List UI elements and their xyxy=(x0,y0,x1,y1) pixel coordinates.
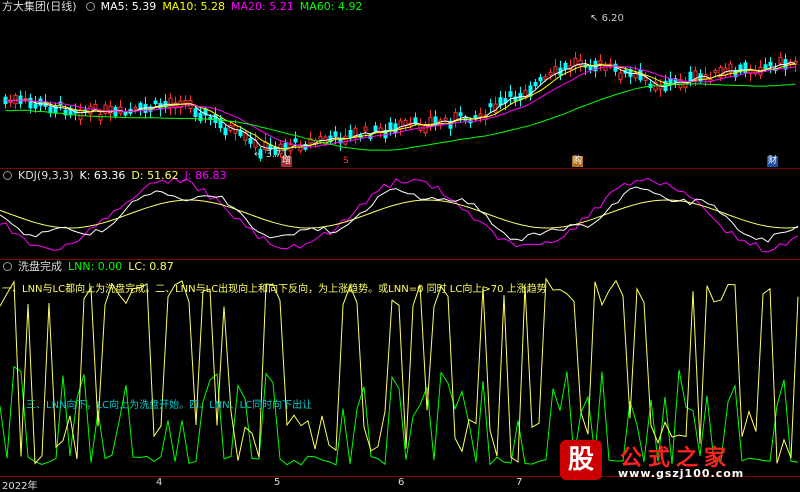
candlestick xyxy=(768,61,773,67)
candlestick xyxy=(398,120,403,130)
candlestick xyxy=(293,138,298,143)
candlestick xyxy=(193,108,198,117)
price-chart[interactable] xyxy=(0,0,800,168)
candlestick xyxy=(348,129,353,138)
candlestick xyxy=(108,105,113,115)
candlestick xyxy=(123,112,128,116)
event-badge[interactable]: 增 xyxy=(281,156,293,167)
candlestick xyxy=(223,127,228,136)
site-watermark: 股 公式之家 www.gszj100.com xyxy=(560,440,782,482)
candlestick xyxy=(373,125,378,132)
candlestick xyxy=(98,113,103,121)
candlestick xyxy=(563,62,568,70)
gear-icon[interactable] xyxy=(3,171,12,180)
price-panel[interactable]: 方大集团(日线) MA5: 5.39 MA10: 5.28 MA20: 5.21 MA6… xyxy=(0,0,800,168)
candlestick xyxy=(618,72,623,80)
watermark-logo: 股 xyxy=(560,440,602,480)
gear-icon[interactable] xyxy=(85,2,95,11)
candlestick xyxy=(333,131,338,137)
x-axis-label: 2022年 xyxy=(2,481,38,492)
candlestick xyxy=(183,100,188,104)
d-value: D: 51.62 xyxy=(131,169,179,182)
candlestick xyxy=(248,138,253,144)
candlestick xyxy=(743,62,748,74)
candlestick xyxy=(458,112,463,117)
kdj-header: KDJ(9,3,3) K: 63.36 D: 51.62 J: 86.83 xyxy=(0,169,233,183)
candlestick xyxy=(478,113,483,117)
ma10-value: MA10: 5.28 xyxy=(162,0,226,13)
candlestick xyxy=(488,103,493,108)
candlestick xyxy=(643,77,648,82)
price-header: 方大集团(日线) MA5: 5.39 MA10: 5.28 MA20: 5.21 MA6… xyxy=(0,0,368,14)
ma60-line xyxy=(5,83,796,151)
candlestick xyxy=(453,112,458,121)
candlestick xyxy=(13,94,18,105)
j-value: J: 86.83 xyxy=(184,169,227,182)
ma10-line xyxy=(5,63,796,150)
ma60-value: MA60: 4.92 xyxy=(299,0,363,13)
event-badge[interactable]: 财 xyxy=(767,156,779,167)
candlestick xyxy=(78,109,83,120)
k-value: K: 63.36 xyxy=(79,169,126,182)
candlestick xyxy=(713,70,718,74)
gear-icon[interactable] xyxy=(3,262,12,271)
candlestick xyxy=(393,123,398,134)
candlestick xyxy=(533,81,538,87)
k-line xyxy=(0,186,799,243)
kdj-name: KDJ(9,3,3) xyxy=(18,169,74,182)
candlestick xyxy=(88,105,93,115)
candlestick xyxy=(143,104,148,113)
ma5-line xyxy=(5,61,796,150)
kdj-panel[interactable]: KDJ(9,3,3) K: 63.36 D: 51.62 J: 86.83 xyxy=(0,169,800,259)
event-badge[interactable]: 购 xyxy=(572,156,584,167)
lnn-value: LNN: 0.00 xyxy=(68,260,123,273)
candlestick xyxy=(113,106,118,117)
candlestick xyxy=(153,100,158,105)
watermark-url: www.gszj100.com xyxy=(618,467,745,480)
candlestick xyxy=(33,103,38,109)
stock-title: 方大集团(日线) xyxy=(2,0,77,13)
candlestick xyxy=(133,106,138,110)
candlestick xyxy=(553,66,558,74)
ma20-value: MA20: 5.21 xyxy=(231,0,294,13)
j-line xyxy=(0,176,799,253)
candlestick xyxy=(598,60,603,65)
ma5-value: MA5: 5.39 xyxy=(100,0,157,13)
lc-line xyxy=(0,277,799,465)
candlestick xyxy=(28,97,33,109)
candlestick xyxy=(103,104,108,114)
candlestick xyxy=(548,71,553,76)
x-axis-label: 4 xyxy=(156,477,163,488)
candlestick xyxy=(573,57,578,66)
candlestick xyxy=(498,97,503,106)
candlestick xyxy=(763,64,768,70)
candlestick xyxy=(538,77,543,82)
high-price-label: ↖ 6.20 xyxy=(590,13,624,24)
wash-header: 洗盘完成 LNN: 0.00 LC: 0.87 xyxy=(0,260,180,274)
wash-note-2: 三、LNN向下，LC向上为洗盘开始。四、LNN、LC同时向下出让 xyxy=(26,400,313,411)
candlestick xyxy=(778,56,783,64)
x-axis-label: 5 xyxy=(274,477,281,488)
wash-name: 洗盘完成 xyxy=(18,260,62,273)
candlestick xyxy=(443,117,448,122)
x-axis-label: 7 xyxy=(516,477,523,488)
candlestick xyxy=(508,91,513,97)
candlestick xyxy=(343,135,348,145)
x-axis-label: 6 xyxy=(398,477,405,488)
wash-note-1: 一、LNN与LC都向上为洗盘完成。二、LNN与LC出现向上和向下反向，为上涨趋势… xyxy=(2,284,547,295)
candlestick xyxy=(363,126,368,132)
candlestick xyxy=(688,71,693,82)
lc-value: LC: 0.87 xyxy=(128,260,174,273)
event-badge[interactable]: S xyxy=(342,156,350,167)
d-line xyxy=(0,199,799,229)
